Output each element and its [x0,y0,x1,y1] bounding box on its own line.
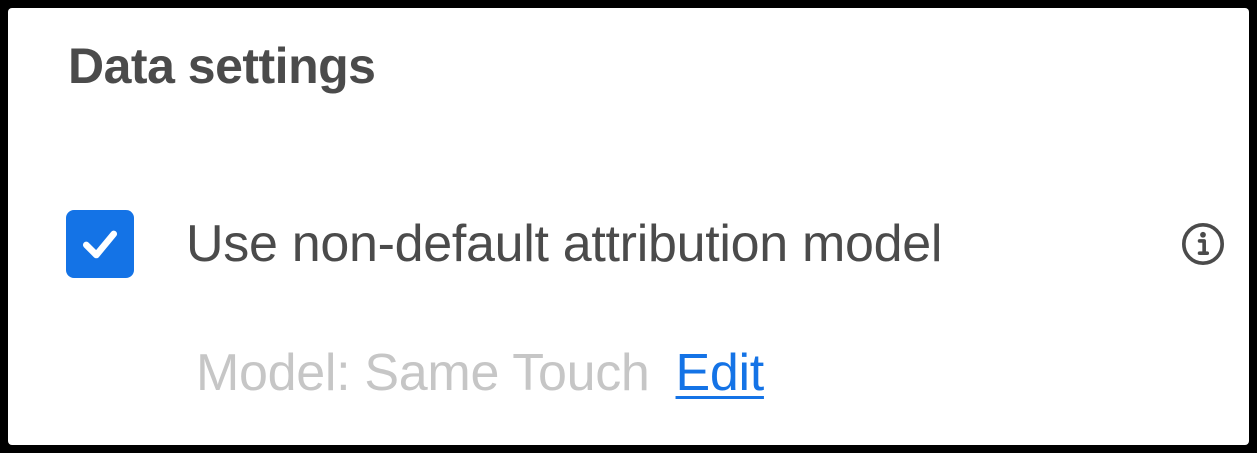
attribution-option-row: Use non-default attribution model [66,208,942,280]
section-title: Data settings [68,38,376,94]
attribution-option-label[interactable]: Use non-default attribution model [186,208,942,280]
checkmark-icon [82,230,118,259]
edit-model-link[interactable]: Edit [676,344,765,402]
data-settings-panel: Data settings Use non-default attributio… [8,8,1249,445]
info-icon[interactable] [1180,221,1226,267]
attribution-checkbox[interactable] [66,210,134,278]
model-text: Model: Same Touch [196,344,650,402]
model-row: Model: Same Touch Edit [196,338,764,408]
